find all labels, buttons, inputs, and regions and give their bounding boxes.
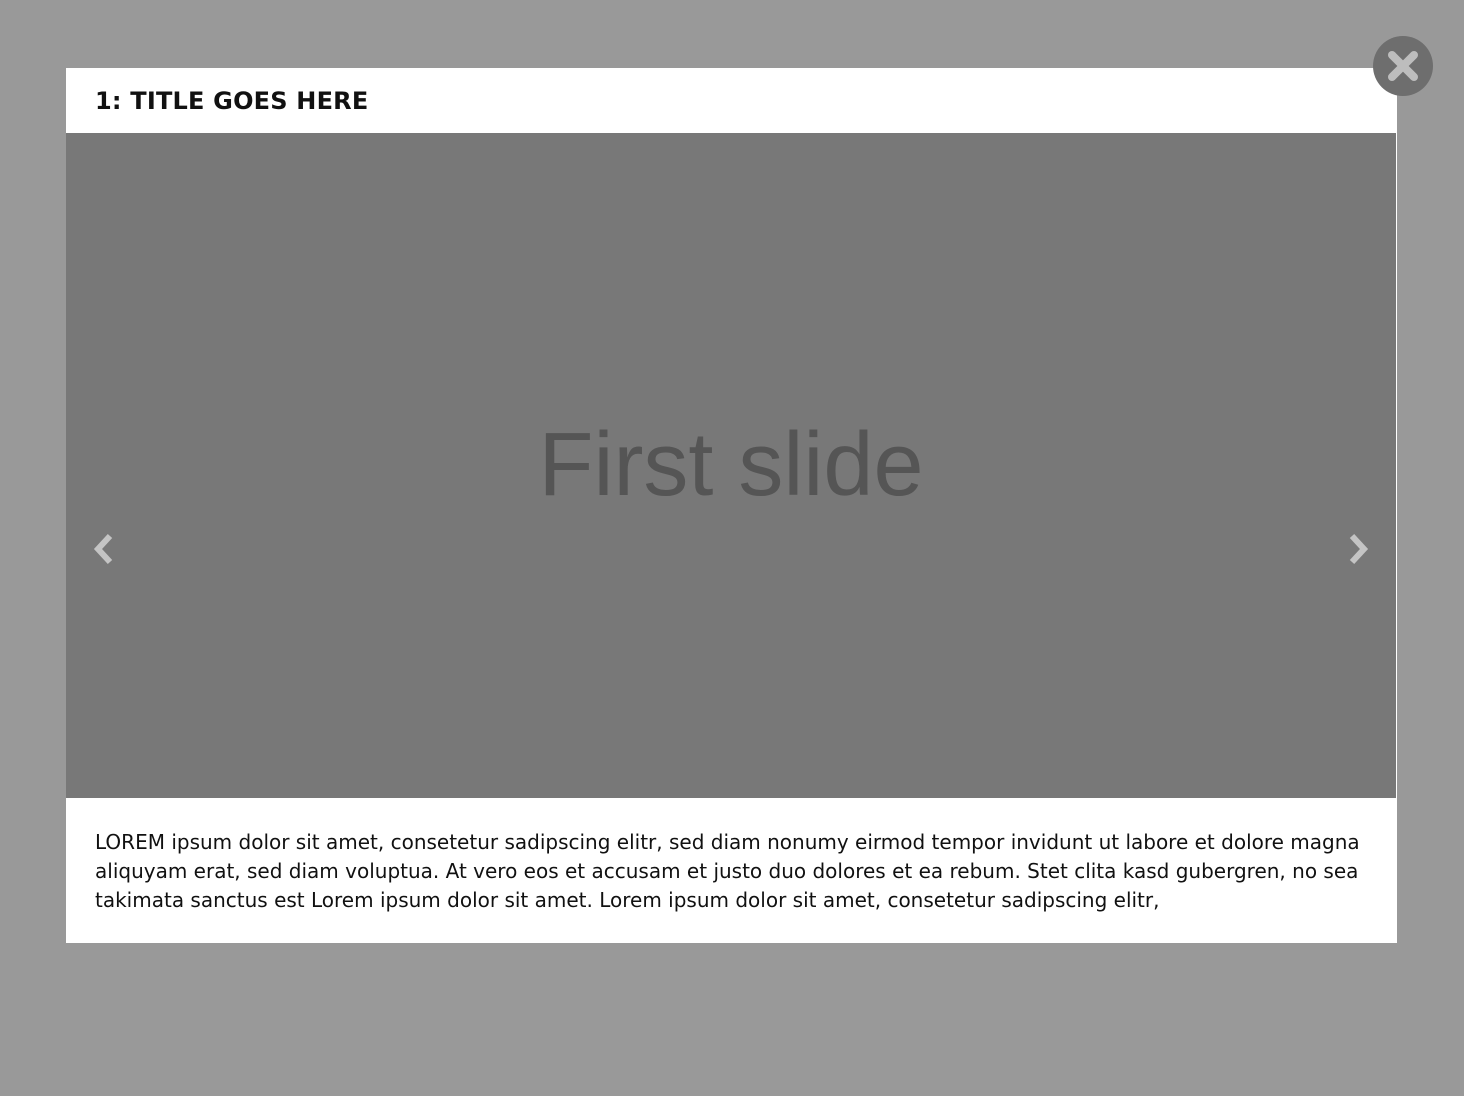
close-icon	[1388, 51, 1418, 81]
modal-title: 1: TITLE GOES HERE	[95, 87, 369, 115]
modal-header: 1: TITLE GOES HERE	[66, 68, 1397, 133]
image-carousel: First slide	[66, 133, 1396, 798]
next-slide-button[interactable]	[1342, 532, 1372, 566]
slide-description: LOREM ipsum dolor sit amet, consetetur s…	[95, 830, 1360, 912]
chevron-right-icon	[1349, 533, 1369, 565]
close-button[interactable]	[1373, 36, 1433, 96]
chevron-left-icon	[93, 533, 113, 565]
slideshow-modal: 1: TITLE GOES HERE First slide LOREM ips…	[66, 68, 1397, 943]
previous-slide-button[interactable]	[90, 532, 120, 566]
slide-label: First slide	[538, 415, 924, 515]
